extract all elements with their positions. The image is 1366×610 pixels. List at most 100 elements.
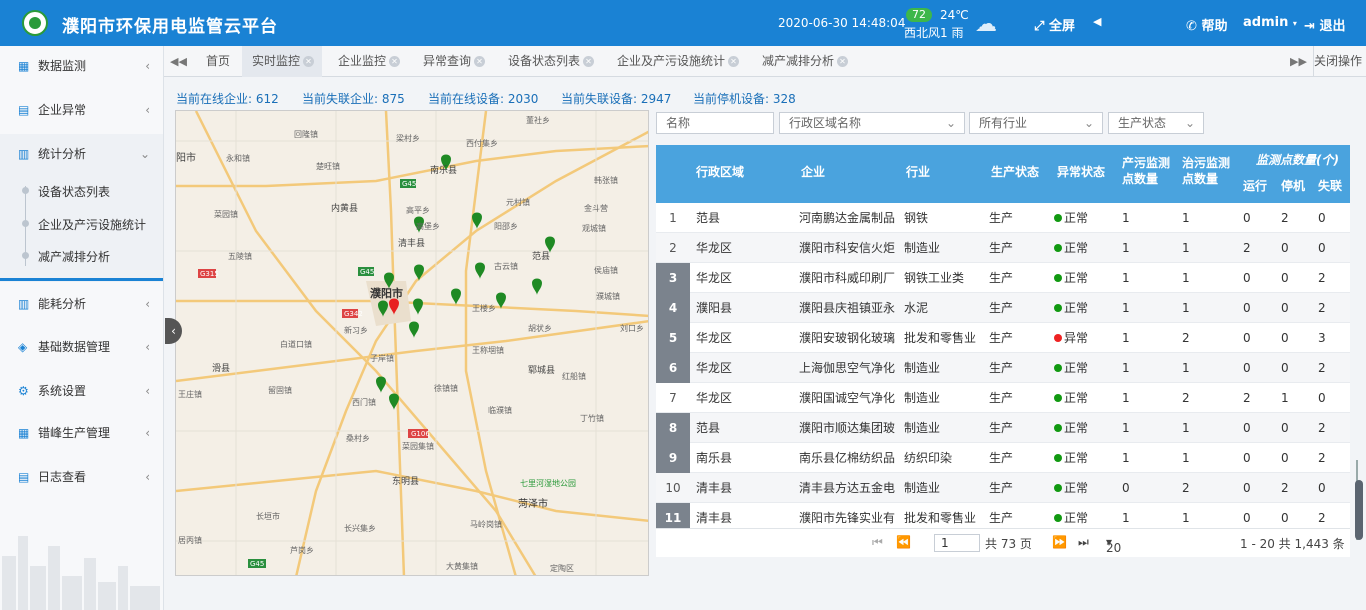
close-icon[interactable]: ✕ [474,56,486,67]
col-running[interactable]: 运行 [1243,177,1267,194]
sidebar-item-energy[interactable]: ▥ 能耗分析 ‹ [0,284,163,324]
fullscreen-button[interactable]: ⤢ 全屏 [1034,15,1075,34]
industry-select[interactable]: 所有行业 ⌄ [969,112,1103,134]
col-stopped[interactable]: 停机 [1281,177,1305,194]
sidebar-item-data-monitoring[interactable]: ▦ 数据监测 ‹ [0,46,163,86]
stat-lost-enterprise: 当前失联企业: 875 [302,92,405,106]
cell-lost: 2 [1318,421,1326,435]
sidebar-item-enterprise-abnormal[interactable]: ▤ 企业异常 ‹ [0,90,163,130]
cell-running: 0 [1243,361,1251,375]
tab-scroll-right-icon[interactable]: ▶▶ [1290,46,1307,77]
calendar-icon: ▦ [18,426,30,440]
table-row[interactable]: 1 范县 河南鹏达金属制品有钢铁 生产 正常 1 1 0 2 0 [656,203,1350,233]
sidebar-item-logs[interactable]: ▤ 日志查看 ‹ [0,457,163,497]
cell-row-number: 4 [656,293,690,323]
cell-treatment-points: 1 [1182,241,1190,255]
stat-lost-device: 当前失联设备: 2947 [561,92,672,106]
close-icon[interactable]: ✕ [837,56,849,67]
tab-enterprise-stats[interactable]: 企业及产污设施统计 ✕ [607,46,747,77]
chevron-left-icon: ‹ [145,470,150,484]
svg-text:G106: G106 [411,430,430,438]
cell-enterprise: 濮阳县庆祖镇亚永 [799,301,895,315]
tab-realtime[interactable]: 实时监控 ✕ [242,46,322,77]
cell-enterprise: 濮阳市顺达集团玻 [799,421,895,435]
cell-region: 范县 [696,211,721,225]
cell-pollution-points: 1 [1122,241,1130,255]
user-menu[interactable]: admin ▾ [1243,15,1297,30]
sidebar-item-system-settings[interactable]: ⚙ 系统设置 ‹ [0,371,163,411]
logout-button[interactable]: ⇥ 退出 [1304,15,1345,34]
status-text: 正常 [1064,481,1089,495]
cell-industry: 钢铁 [904,211,929,225]
page-input[interactable]: 1 [934,534,980,552]
cell-running: 2 [1243,241,1251,255]
cell-pollution-points: 1 [1122,301,1130,315]
svg-text:G45: G45 [250,560,264,568]
col-pollution-points[interactable]: 产污监测点数量 [1122,155,1174,187]
col-enterprise[interactable]: 企业 [801,163,825,180]
volume-icon[interactable]: ◀ [1093,15,1101,28]
cell-stopped: 1 [1281,391,1289,405]
tab-bar: ◀◀ 首页 实时监控 ✕ 企业监控 ✕ 异常查询 ✕ 设备状态列表 ✕ 企业及产污设施统… [164,46,1366,77]
cell-production-status: 生产 [989,211,1014,225]
sidebar-item-peak-production[interactable]: ▦ 错峰生产管理 ‹ [0,413,163,453]
first-page-icon[interactable]: ⏮ [872,535,883,550]
cell-stopped: 0 [1281,241,1289,255]
tab-scroll-left-icon[interactable]: ◀◀ [170,46,187,77]
table-row[interactable]: 10 清丰县 清丰县方达五金电 制造业 生产 正常 0 2 0 2 0 [656,473,1350,503]
close-operations-button[interactable]: 关闭操作 [1313,46,1366,77]
table-row[interactable]: 3 华龙区 濮阳市科威印刷厂 钢铁工业类 生产 正常 1 1 0 0 2 [656,263,1350,293]
map[interactable]: 回隆镇 梁村乡 西付集乡 董社乡 阳市 永和镇 楚旺镇 南乐县 韩张镇 高平乡 元村镇 内黄县 金斗… [175,110,649,576]
cell-row-number: 1 [669,211,677,225]
status-dot-icon [1054,423,1062,432]
svg-text:菏泽市: 菏泽市 [518,497,548,510]
table-row[interactable]: 7 华龙区 濮阳国诚空气净化 制造业 生产 正常 1 2 2 1 0 [656,383,1350,413]
help-button[interactable]: ✆ 帮助 [1186,15,1227,34]
col-production-status[interactable]: 生产状态 [991,163,1039,180]
col-treatment-points[interactable]: 治污监测点数量 [1182,155,1234,187]
col-abnormal-status[interactable]: 异常状态 [1057,163,1105,180]
svg-text:菜园镇: 菜园镇 [214,209,238,219]
table-row[interactable]: 4 濮阳县 濮阳县庆祖镇亚永 水泥 生产 正常 1 1 0 0 2 [656,293,1350,323]
sidebar-sub-reduction[interactable]: 减产减排分析 [38,248,110,265]
tab-home[interactable]: 首页 [196,46,242,77]
table-row[interactable]: 5 华龙区 濮阳安玻钢化玻璃 批发和零售业 生产 异常 1 2 0 0 3 [656,323,1350,353]
last-page-icon[interactable]: ⏭ [1078,535,1089,550]
tab-abnormal-query[interactable]: 异常查询 ✕ [413,46,493,77]
col-region[interactable]: 行政区域 [696,163,744,180]
sidebar-divider [0,278,163,281]
close-icon[interactable]: ✕ [728,56,740,67]
cell-abnormal-status: 正常 [1054,383,1114,413]
svg-text:观城镇: 观城镇 [582,223,606,233]
region-select[interactable]: 行政区域名称 ⌄ [779,112,965,134]
name-search-input[interactable]: 名称 [656,112,774,134]
table-row[interactable]: 8 范县 濮阳市顺达集团玻 制造业 生产 正常 1 1 0 0 2 [656,413,1350,443]
sidebar-item-statistics[interactable]: ▥ 统计分析 ⌄ [0,134,163,174]
cell-industry: 水泥 [904,301,929,315]
prev-page-icon[interactable]: ⏪ [896,535,911,549]
sidebar-item-basic-data[interactable]: ◈ 基础数据管理 ‹ [0,327,163,367]
tab-device-status[interactable]: 设备状态列表 ✕ [498,46,602,77]
col-lost[interactable]: 失联 [1318,177,1342,194]
cell-pollution-points: 1 [1122,271,1130,285]
scrollbar-thumb[interactable] [1355,480,1363,540]
table-row[interactable]: 6 华龙区 上海伽思空气净化 制造业 生产 正常 1 1 0 0 2 [656,353,1350,383]
col-industry[interactable]: 行业 [906,163,930,180]
sidebar-sub-enterprise-stats[interactable]: 企业及产污设施统计 [38,216,146,233]
close-icon[interactable]: ✕ [303,56,315,67]
table-row[interactable]: 9 南乐县 南乐县亿棉纺织品 纺织印染 生产 正常 1 1 0 0 2 [656,443,1350,473]
tab-reduction[interactable]: 减产减排分析 ✕ [752,46,856,77]
document-icon: ▤ [18,470,30,484]
sidebar-sub-device-status[interactable]: 设备状态列表 [38,183,110,200]
table-row[interactable]: 2 华龙区 濮阳市科安信火炬 制造业 生产 正常 1 1 2 0 0 [656,233,1350,263]
next-page-icon[interactable]: ⏩ [1052,535,1067,549]
close-icon[interactable]: ✕ [389,56,401,67]
chevron-down-icon: ⌄ [139,147,150,161]
page-size-select[interactable]: 20 ▾ [1106,535,1121,555]
svg-text:七里河湿地公园: 七里河湿地公园 [520,478,576,488]
close-icon[interactable]: ✕ [583,56,595,67]
tree-dot [22,220,29,227]
status-select[interactable]: 生产状态 ⌄ [1108,112,1204,134]
svg-text:王庄镇: 王庄镇 [178,389,202,399]
tab-enterprise-monitor[interactable]: 企业监控 ✕ [328,46,408,77]
